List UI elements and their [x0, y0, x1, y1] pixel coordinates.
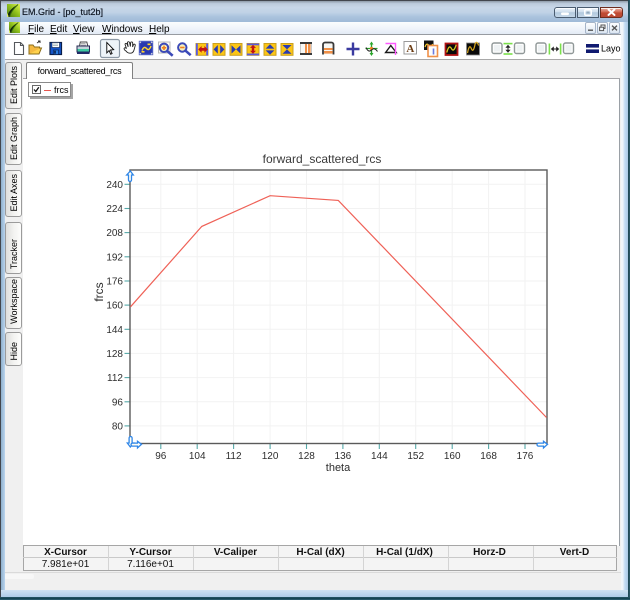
svg-text:144: 144: [371, 451, 388, 462]
svg-text:160: 160: [444, 451, 461, 462]
svg-text:112: 112: [226, 451, 242, 462]
svg-text:192: 192: [106, 252, 123, 263]
svg-text:A: A: [406, 43, 414, 55]
svg-text:forward_scattered_rcs: forward_scattered_rcs: [263, 152, 382, 166]
svg-text:168: 168: [480, 451, 497, 462]
svg-text:144: 144: [106, 325, 123, 336]
svg-text:176: 176: [106, 277, 123, 288]
svg-text:96: 96: [155, 451, 167, 462]
svg-text:136: 136: [335, 451, 352, 462]
svg-text:208: 208: [106, 228, 123, 239]
svg-text:96: 96: [112, 397, 124, 408]
svg-text:120: 120: [262, 451, 279, 462]
svg-text:80: 80: [112, 421, 124, 432]
svg-text:frcs: frcs: [92, 282, 106, 301]
svg-text:Layout: Layout: [601, 44, 621, 54]
svg-text:112: 112: [107, 373, 123, 384]
svg-text:152: 152: [407, 451, 424, 462]
svg-text:224: 224: [106, 204, 123, 215]
svg-text:128: 128: [106, 349, 123, 360]
svg-text:104: 104: [189, 451, 206, 462]
svg-text:theta: theta: [326, 462, 351, 474]
svg-text:160: 160: [106, 301, 123, 312]
svg-text:128: 128: [298, 451, 315, 462]
svg-text:176: 176: [517, 451, 534, 462]
svg-text:240: 240: [106, 180, 123, 191]
